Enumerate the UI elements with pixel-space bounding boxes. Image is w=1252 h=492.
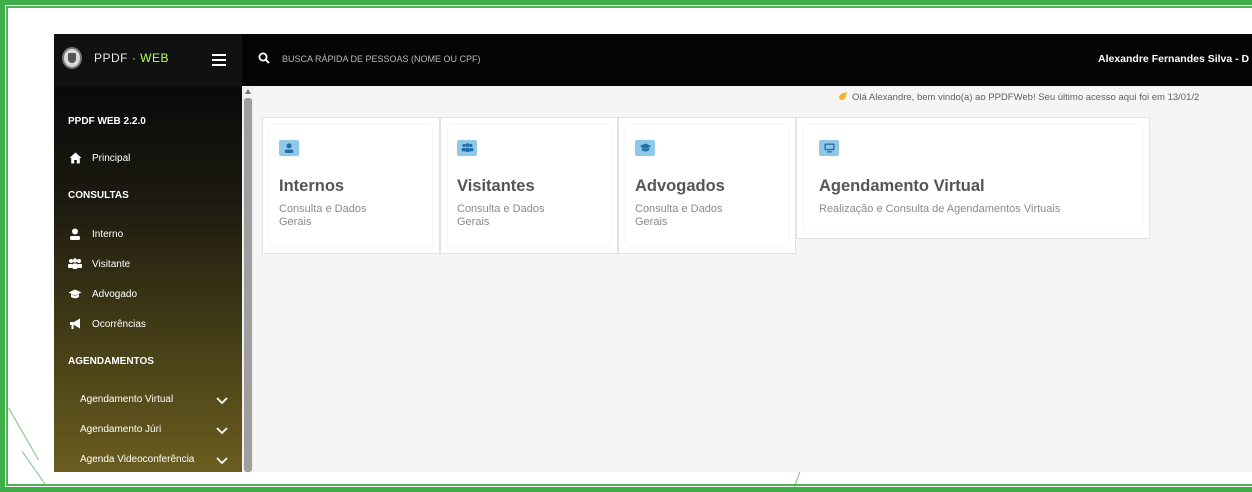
graduation-cap-icon [635,140,655,156]
section-heading-agendamentos: AGENDAMENTOS [68,356,154,367]
card-title: Visitantes [457,177,535,195]
decorative-line [22,451,46,485]
home-icon [68,152,82,164]
menu-icon[interactable] [212,54,226,66]
search-input[interactable] [282,50,642,68]
sidebar-item-interno[interactable]: Interno [68,228,123,240]
top-bar: PPDF · WEB Alexandre Fernandes Silva - D [54,34,1252,86]
welcome-message: Olá Alexandre, bem vindo(a) ao PPDFWeb! … [838,91,1199,103]
scroll-thumb[interactable] [244,98,252,472]
sidebar-item-label: Principal [92,152,131,164]
sidebar-scrollbar[interactable] [242,86,254,472]
sidebar-item-agenda-videoconferencia[interactable]: Agenda Videoconferência [80,454,194,465]
main-content: Olá Alexandre, bem vindo(a) ao PPDFWeb! … [254,86,1252,472]
card-internos[interactable]: Internos Consulta e Dados Gerais [262,117,440,254]
welcome-text: Olá Alexandre, bem vindo(a) ao PPDFWeb! … [852,92,1200,103]
search-icon[interactable] [258,52,270,64]
hand-wave-icon [839,92,847,100]
chevron-down-icon[interactable] [216,457,228,465]
monitor-icon [819,140,839,156]
user-icon [279,140,299,156]
card-subtitle: Realização e Consulta de Agendamentos Vi… [819,203,1061,215]
sidebar-item-agendamento-virtual[interactable]: Agendamento Virtual [80,394,173,405]
users-icon [457,140,477,156]
chevron-down-icon[interactable] [216,427,228,435]
card-title: Advogados [635,177,725,195]
sidebar-item-agendamento-juri[interactable]: Agendamento Júri [80,424,161,435]
sidebar-item-advogado[interactable]: Advogado [68,288,137,300]
decorative-line [792,470,801,492]
brand-name: PPDF [94,51,129,65]
sidebar-item-label: Visitante [92,258,131,270]
sidebar-item-ocorrencias[interactable]: Ocorrências [68,318,146,330]
card-visitantes[interactable]: Visitantes Consulta e Dados Gerais [440,117,618,254]
sidebar-item-label: Interno [92,228,124,240]
user-icon [68,228,82,240]
card-subtitle: Consulta e Dados Gerais [635,203,723,228]
card-advogados[interactable]: Advogados Consulta e Dados Gerais [618,117,796,254]
sidebar: PPDF WEB 2.2.0 Principal CONSULTAS Inter… [54,86,242,472]
megaphone-icon [68,318,82,330]
users-icon [68,258,82,270]
card-title: Internos [279,177,345,195]
card-subtitle: Consulta e Dados Gerais [457,203,545,228]
app-window: PPDF · WEB Alexandre Fernandes Silva - D… [54,34,1252,472]
sidebar-item-label: Advogado [92,288,138,300]
brand-suffix: · WEB [128,51,170,65]
sidebar-item-principal[interactable]: Principal [68,152,130,164]
card-title: Agendamento Virtual [819,177,985,195]
graduation-cap-icon [68,288,82,300]
sidebar-item-label: Ocorrências [92,318,146,330]
brand-logo: PPDF · WEB [94,51,169,65]
scroll-up-arrow-icon[interactable] [245,89,251,94]
police-badge-icon [62,47,82,69]
card-agendamento-virtual[interactable]: Agendamento Virtual Realização e Consult… [796,117,1150,239]
card-subtitle: Consulta e Dados Gerais [279,203,367,228]
chevron-down-icon[interactable] [216,397,228,405]
app-version: PPDF WEB 2.2.0 [68,116,146,127]
section-heading-consultas: CONSULTAS [68,190,129,201]
brand-area[interactable]: PPDF · WEB [54,34,242,86]
user-name[interactable]: Alexandre Fernandes Silva - D [1098,53,1249,65]
sidebar-item-visitante[interactable]: Visitante [68,258,130,270]
